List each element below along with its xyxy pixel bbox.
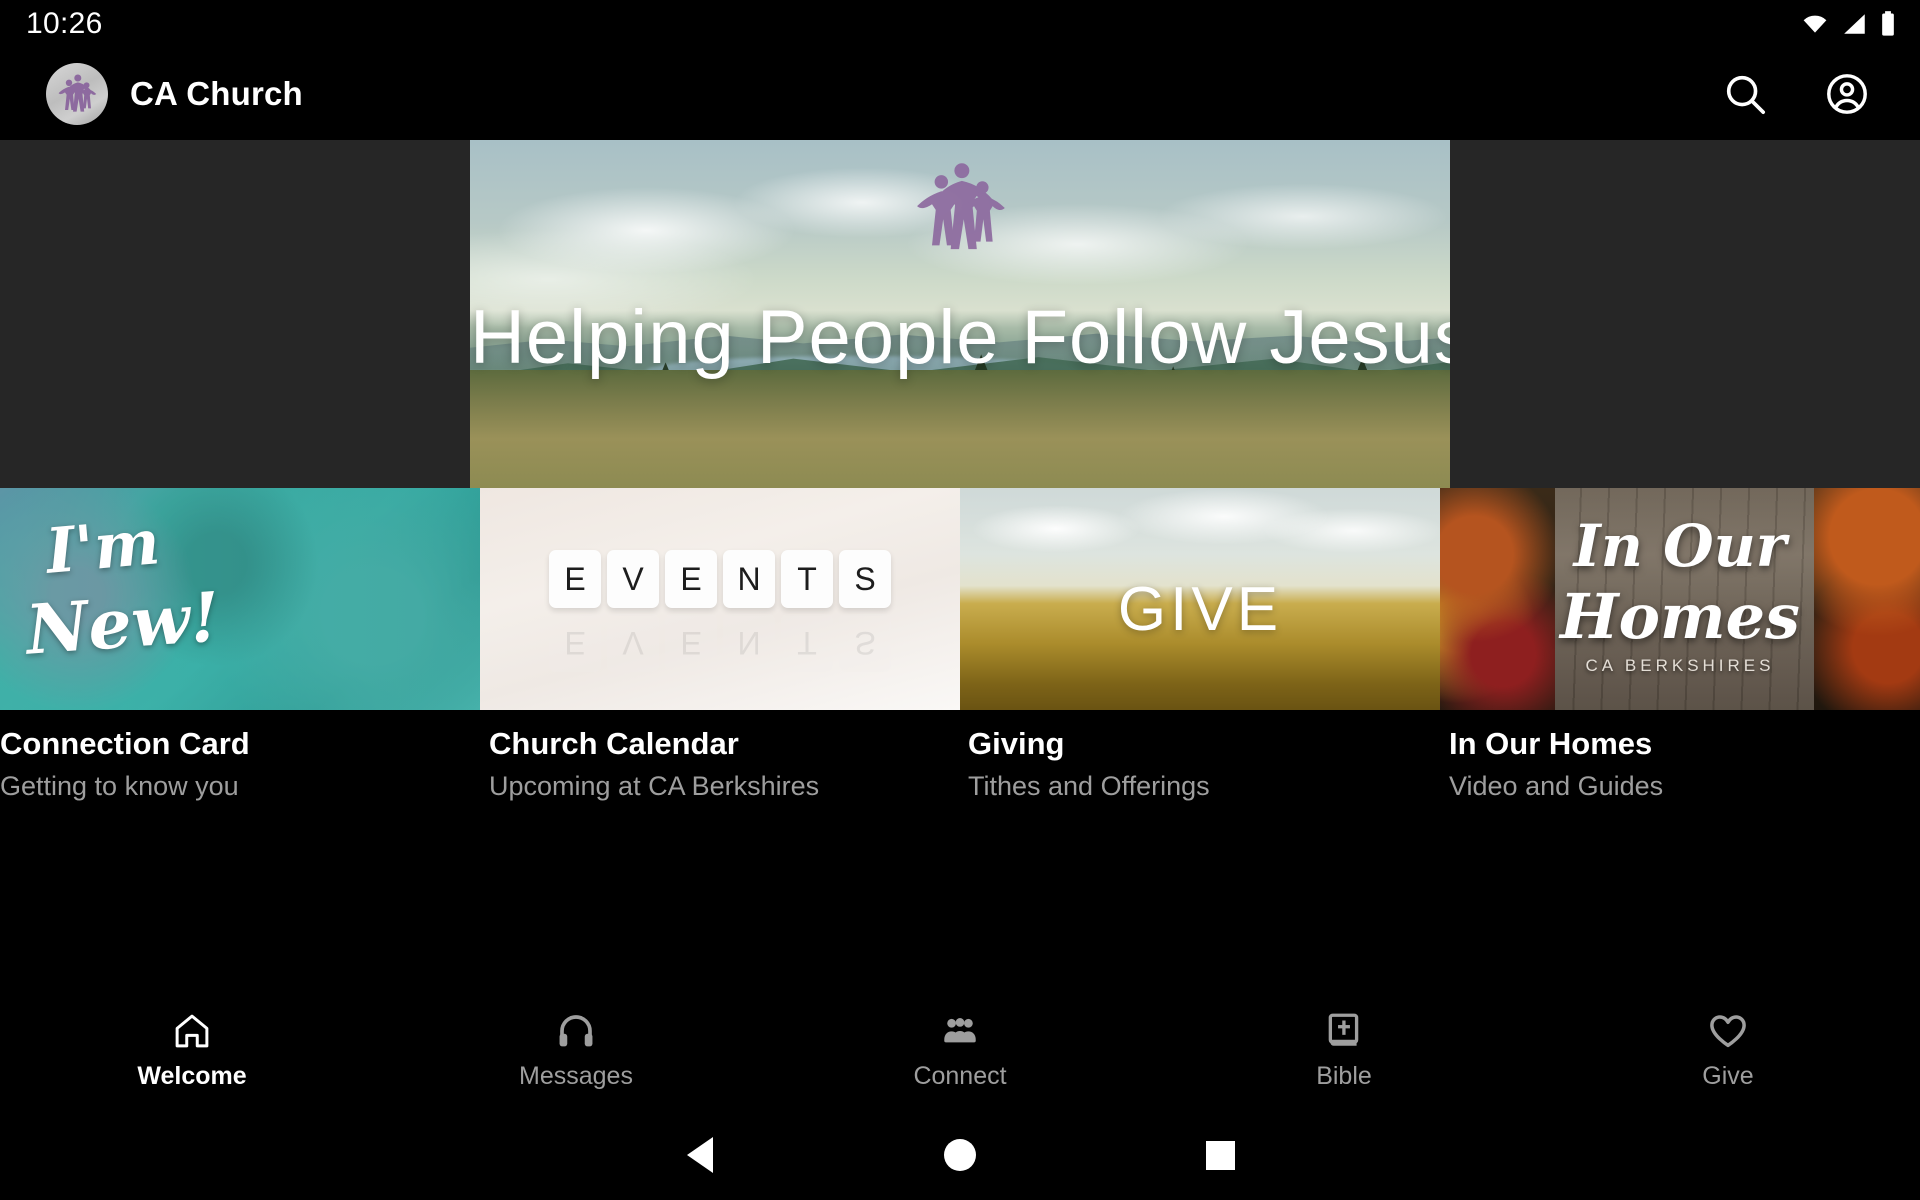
letter-tile: N — [723, 550, 775, 608]
letter-tile: E — [665, 550, 717, 608]
bottom-navigation: Welcome Messages Connect Bible Give — [0, 1000, 1920, 1110]
status-icons — [1800, 10, 1896, 38]
search-icon — [1726, 75, 1766, 115]
card-subtitle: Video and Guides — [1449, 770, 1664, 801]
back-button[interactable] — [570, 1137, 830, 1173]
card-church-calendar[interactable]: E V E N T S E V E N T S Church Calendar — [480, 488, 960, 810]
nav-label: Give — [1702, 1062, 1754, 1090]
card-title: Connection Card — [0, 726, 250, 761]
account-button[interactable] — [1820, 67, 1874, 121]
card-connection-card[interactable]: I'm New! Connection Card Getting to know… — [0, 488, 480, 810]
nav-item-welcome[interactable]: Welcome — [0, 1000, 384, 1091]
hero-foreground-meadow — [470, 369, 1450, 488]
card-image-in-our-homes: In Our Homes CA BERKSHIRES — [1440, 488, 1920, 710]
card-subtitle: Upcoming at CA Berkshires — [489, 770, 820, 801]
hero-banner-region: Helping People Follow Jesus — [0, 140, 1920, 488]
heart-icon — [1710, 1015, 1746, 1048]
nav-label: Welcome — [137, 1062, 247, 1090]
app-title: CA Church — [130, 75, 303, 112]
church-logo — [46, 63, 108, 125]
three-figures-icon — [58, 74, 97, 112]
people-group-icon — [944, 1018, 976, 1043]
recents-button[interactable] — [1090, 1140, 1350, 1170]
card-text-in-our-homes: In Our Homes Video and Guides — [1440, 710, 1920, 802]
hero-title: Helping People Follow Jesus — [470, 295, 1450, 381]
battery-icon — [1882, 11, 1894, 36]
letter-tile-reflection: T — [781, 614, 833, 672]
letter-tile-reflection: V — [607, 614, 659, 672]
nav-label: Messages — [519, 1062, 633, 1090]
card-subtitle: Tithes and Offerings — [968, 770, 1210, 801]
app-bar-actions — [1718, 67, 1890, 121]
letter-tile-reflection: N — [723, 614, 775, 672]
card-text-connection-card: Connection Card Getting to know you — [0, 710, 480, 802]
card-image-giving: GIVE — [960, 488, 1440, 710]
card-overlay-line1: In Our — [1573, 512, 1787, 580]
events-letter-tiles-reflection: E V E N T S — [549, 614, 891, 672]
nav-item-bible[interactable]: Bible — [1152, 1000, 1536, 1091]
letter-tile-reflection: E — [665, 614, 717, 672]
square-icon — [1205, 1140, 1235, 1170]
letter-tile: T — [781, 550, 833, 608]
app-brand: CA Church — [46, 63, 303, 125]
card-in-our-homes[interactable]: In Our Homes CA BERKSHIRES In Our Homes … — [1440, 488, 1920, 810]
wifi-icon — [1803, 15, 1827, 33]
nav-item-messages[interactable]: Messages — [384, 1000, 768, 1091]
card-overlay-line2: New! — [23, 577, 223, 671]
letter-tile: S — [839, 550, 891, 608]
status-time: 10:26 — [26, 7, 103, 40]
card-text-church-calendar: Church Calendar Upcoming at CA Berkshire… — [480, 710, 960, 802]
hero-logo — [904, 152, 1016, 269]
card-title: In Our Homes — [1449, 726, 1653, 761]
home-icon — [175, 1014, 209, 1048]
letter-tile-reflection: S — [839, 614, 891, 672]
card-subtitle: Getting to know you — [0, 770, 239, 801]
letter-tile: E — [549, 550, 601, 608]
three-figures-icon — [917, 163, 1005, 250]
card-overlay-line2: Homes — [1560, 580, 1800, 653]
status-bar: 10:26 — [0, 0, 1920, 48]
nav-item-connect[interactable]: Connect — [768, 1000, 1152, 1091]
app-screen: 10:26 CA Church Helping People Follow Je… — [0, 0, 1920, 1200]
nav-label: Bible — [1316, 1062, 1372, 1090]
app-bar: CA Church — [0, 48, 1920, 140]
card-image-connection-card: I'm New! — [0, 488, 480, 710]
letter-tile: V — [607, 550, 659, 608]
events-letter-tiles: E V E N T S — [549, 550, 891, 608]
card-title: Church Calendar — [489, 726, 739, 761]
account-icon — [1827, 74, 1867, 114]
card-text-giving: Giving Tithes and Offerings — [960, 710, 1440, 802]
search-button[interactable] — [1718, 67, 1772, 121]
cell-signal-icon — [1844, 14, 1865, 34]
hero-banner[interactable]: Helping People Follow Jesus — [470, 140, 1450, 488]
letter-tile-reflection: E — [549, 614, 601, 672]
android-system-nav — [0, 1110, 1920, 1200]
card-overlay-give: GIVE — [1117, 575, 1283, 644]
circle-icon — [944, 1139, 976, 1171]
card-title: Giving — [968, 726, 1065, 761]
nav-item-give[interactable]: Give — [1536, 1000, 1920, 1091]
card-giving[interactable]: GIVE Giving Tithes and Offerings — [960, 488, 1440, 810]
headphones-icon — [559, 1015, 593, 1047]
bible-book-icon — [1328, 1013, 1359, 1046]
home-button[interactable] — [830, 1139, 1090, 1171]
card-overlay-line1: I'm — [43, 505, 163, 588]
feature-card-row: I'm New! Connection Card Getting to know… — [0, 488, 1920, 810]
card-image-church-calendar: E V E N T S E V E N T S — [480, 488, 960, 710]
card-overlay-line3: CA BERKSHIRES — [1585, 656, 1775, 675]
nav-label: Connect — [913, 1062, 1007, 1090]
triangle-left-icon — [687, 1137, 713, 1173]
